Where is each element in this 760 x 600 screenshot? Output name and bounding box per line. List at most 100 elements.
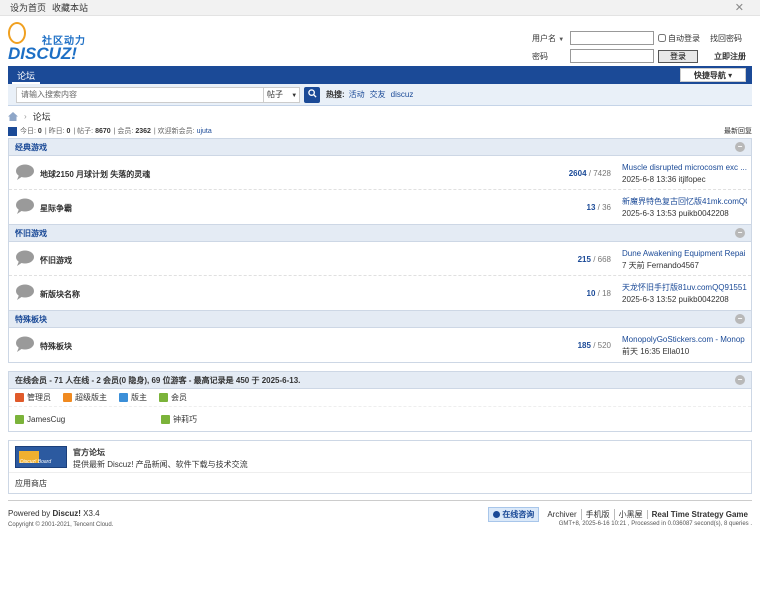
last-post-meta: 2025-6-8 13:36 itjlfopec (622, 175, 706, 184)
category-title[interactable]: 经典游戏 (15, 142, 47, 153)
site-logo[interactable]: 社区动力 DISCUZ! (8, 22, 98, 63)
password-input[interactable] (570, 49, 654, 63)
forum-name[interactable]: 怀旧游戏 (40, 255, 72, 266)
last-post: MonopolyGoStickers.com - Monop ... 前天 16… (622, 334, 747, 358)
last-post-meta: 2025-6-3 13:52 puikb0042208 (622, 295, 729, 304)
user-icon (63, 393, 72, 402)
footer: Powered by Discuz! X3.4 Copyright © 2001… (8, 500, 752, 534)
version: X3.4 (83, 509, 100, 518)
tab-forum[interactable]: 论坛 (12, 68, 41, 84)
server-info: GMT+8, 2025-6-16 10:21 , Processed in 0.… (558, 521, 752, 527)
breadcrumb-current[interactable]: 论坛 (33, 110, 51, 123)
set-home-link[interactable]: 设为首页 (10, 1, 46, 14)
register-link[interactable]: 立即注册 (714, 51, 746, 62)
collapse-icon[interactable]: − (735, 314, 745, 324)
find-password-link[interactable]: 找回密码 (710, 33, 742, 44)
yesterday-count: 0 (66, 127, 71, 135)
forum-bubble-icon (16, 164, 34, 180)
home-icon[interactable] (8, 111, 18, 121)
user-icon (15, 414, 24, 424)
forum-row: 地球2150 月球计划 失落的灵魂 2604 / 7428 Muscle dis… (9, 156, 751, 190)
auto-login-check[interactable] (658, 34, 666, 42)
link-description: 提供最新 Discuz! 产品新闻、软件下载与技术交流 (73, 460, 248, 469)
search-input[interactable]: 请输入搜索内容 (16, 86, 264, 103)
login-button[interactable]: 登录 (658, 49, 698, 63)
copyright: Copyright © 2001-2021, Tencent Cloud. (8, 522, 114, 528)
username-type-select[interactable]: 用户名 ▼ (532, 33, 570, 44)
newest-member-link[interactable]: ujuta (197, 128, 212, 135)
username-input[interactable] (570, 31, 654, 45)
search-icon (307, 88, 317, 98)
search-type-select[interactable]: 帖子 ▼ (264, 86, 300, 103)
forum-bubble-icon (16, 250, 34, 266)
category-header: 经典游戏 − (9, 139, 751, 156)
hot-search-item[interactable]: 交友 (370, 89, 386, 100)
last-post-title[interactable]: 天龙怀旧手打版81uv.comQQ915515 ... (622, 282, 747, 294)
forum-name[interactable]: 地球2150 月球计划 失落的灵魂 (40, 169, 150, 180)
discuz-link[interactable]: Discuz! (52, 509, 80, 518)
main-nav: 论坛 快捷导航 ▾ (8, 66, 752, 84)
last-post-title[interactable]: MonopolyGoStickers.com - Monop ... (622, 334, 747, 346)
member-legend: 管理员 超级版主 版主 会员 (9, 389, 751, 407)
footer-link-site[interactable]: Real Time Strategy Game (646, 510, 752, 519)
close-icon[interactable]: ✕ (735, 1, 744, 14)
footer-links: 在线咨询 Archiver 手机版 小黑屋 Real Time Strategy… (488, 507, 752, 522)
user-icon (15, 393, 24, 402)
quick-nav-button[interactable]: 快捷导航 ▾ (680, 68, 746, 82)
collapse-icon[interactable]: − (735, 142, 745, 152)
footer-link-mobile[interactable]: 手机版 (580, 509, 614, 520)
chevron-down-icon: ▾ (728, 71, 733, 80)
link-title[interactable]: 官方论坛 (73, 447, 105, 458)
posts-count: 8670 (95, 127, 111, 135)
online-user[interactable]: JamesCug (15, 414, 65, 424)
forum-name[interactable]: 特殊板块 (40, 341, 72, 352)
category-title[interactable]: 特殊板块 (15, 314, 47, 325)
category-header: 特殊板块 − (9, 311, 751, 328)
today-count: 0 (37, 127, 42, 135)
collapse-icon[interactable]: − (735, 375, 745, 385)
forum-bubble-icon (16, 336, 34, 352)
hot-search-item[interactable]: discuz (391, 90, 414, 99)
logo-text: DISCUZ! (8, 44, 77, 63)
members-count: 2362 (135, 127, 151, 135)
forum-category: 特殊板块 − 特殊板块 185 / 520 MonopolyGoStickers… (8, 311, 752, 363)
online-title[interactable]: 在线会员 - 71 人在线 - 2 会员(0 隐身), 69 位游客 - 最高记… (15, 375, 300, 386)
powered-by: Powered by Discuz! X3.4 (8, 509, 100, 518)
last-post-meta: 7 天前 Fernando4567 (622, 261, 699, 270)
online-user[interactable]: 钟莉巧 (161, 414, 197, 425)
forum-name[interactable]: 新版块名称 (40, 289, 80, 300)
header: 社区动力 DISCUZ! 用户名 ▼ 自动登录 找回密码 密码 登录 立即注册 (0, 16, 760, 66)
discuz-board-logo[interactable]: Discuz! Board (15, 446, 67, 468)
last-post: 天龙怀旧手打版81uv.comQQ915515 ... 2025-6-3 13:… (622, 282, 747, 306)
forum-counts: 2604 / 7428 (568, 169, 611, 178)
hot-search-item[interactable]: 活动 (349, 89, 365, 100)
password-label: 密码 (532, 51, 548, 61)
latest-reply-link[interactable]: 最新回复 (724, 126, 752, 136)
last-post-title[interactable]: Dune Awakening Equipment Repai ... (622, 248, 747, 260)
footer-link-blacklist[interactable]: 小黑屋 (613, 509, 647, 520)
forum-name[interactable]: 星际争霸 (40, 203, 72, 214)
bookmark-link[interactable]: 收藏本站 (52, 1, 88, 14)
forum-counts: 185 / 520 (577, 341, 611, 350)
last-post-title[interactable]: 新魔界特色复古回忆版41mk.comQQ ... (622, 196, 747, 208)
last-post-title[interactable]: Muscle disrupted microcosm exc ... (622, 162, 747, 174)
auto-login-checkbox[interactable]: 自动登录 (658, 33, 700, 44)
search-button[interactable] (304, 86, 320, 103)
top-toolbar: 设为首页 收藏本站 ✕ (0, 0, 760, 16)
stats-chart-icon[interactable] (8, 126, 17, 136)
online-consult-button[interactable]: 在线咨询 (488, 507, 540, 522)
forum-category: 怀旧游戏 − 怀旧游戏 215 / 668 Dune Awakening Equ… (8, 225, 752, 311)
last-post: Dune Awakening Equipment Repai ... 7 天前 … (622, 248, 747, 272)
last-post-meta: 前天 16:35 Ella010 (622, 347, 690, 356)
category-title[interactable]: 怀旧游戏 (15, 228, 47, 239)
forum-counts: 10 / 18 (586, 289, 611, 298)
breadcrumb-separator: › (24, 111, 27, 121)
chevron-down-icon: ▼ (558, 36, 565, 43)
forum-bubble-icon (16, 284, 34, 300)
friend-links: Discuz! Board 官方论坛 提供最新 Discuz! 产品新闻、软件下… (8, 440, 752, 494)
user-icon (159, 393, 168, 402)
app-store-link[interactable]: 应用商店 (9, 473, 751, 493)
collapse-icon[interactable]: − (735, 228, 745, 238)
last-post: 新魔界特色复古回忆版41mk.comQQ ... 2025-6-3 13:53 … (622, 196, 747, 220)
footer-link-archiver[interactable]: Archiver (543, 510, 580, 519)
